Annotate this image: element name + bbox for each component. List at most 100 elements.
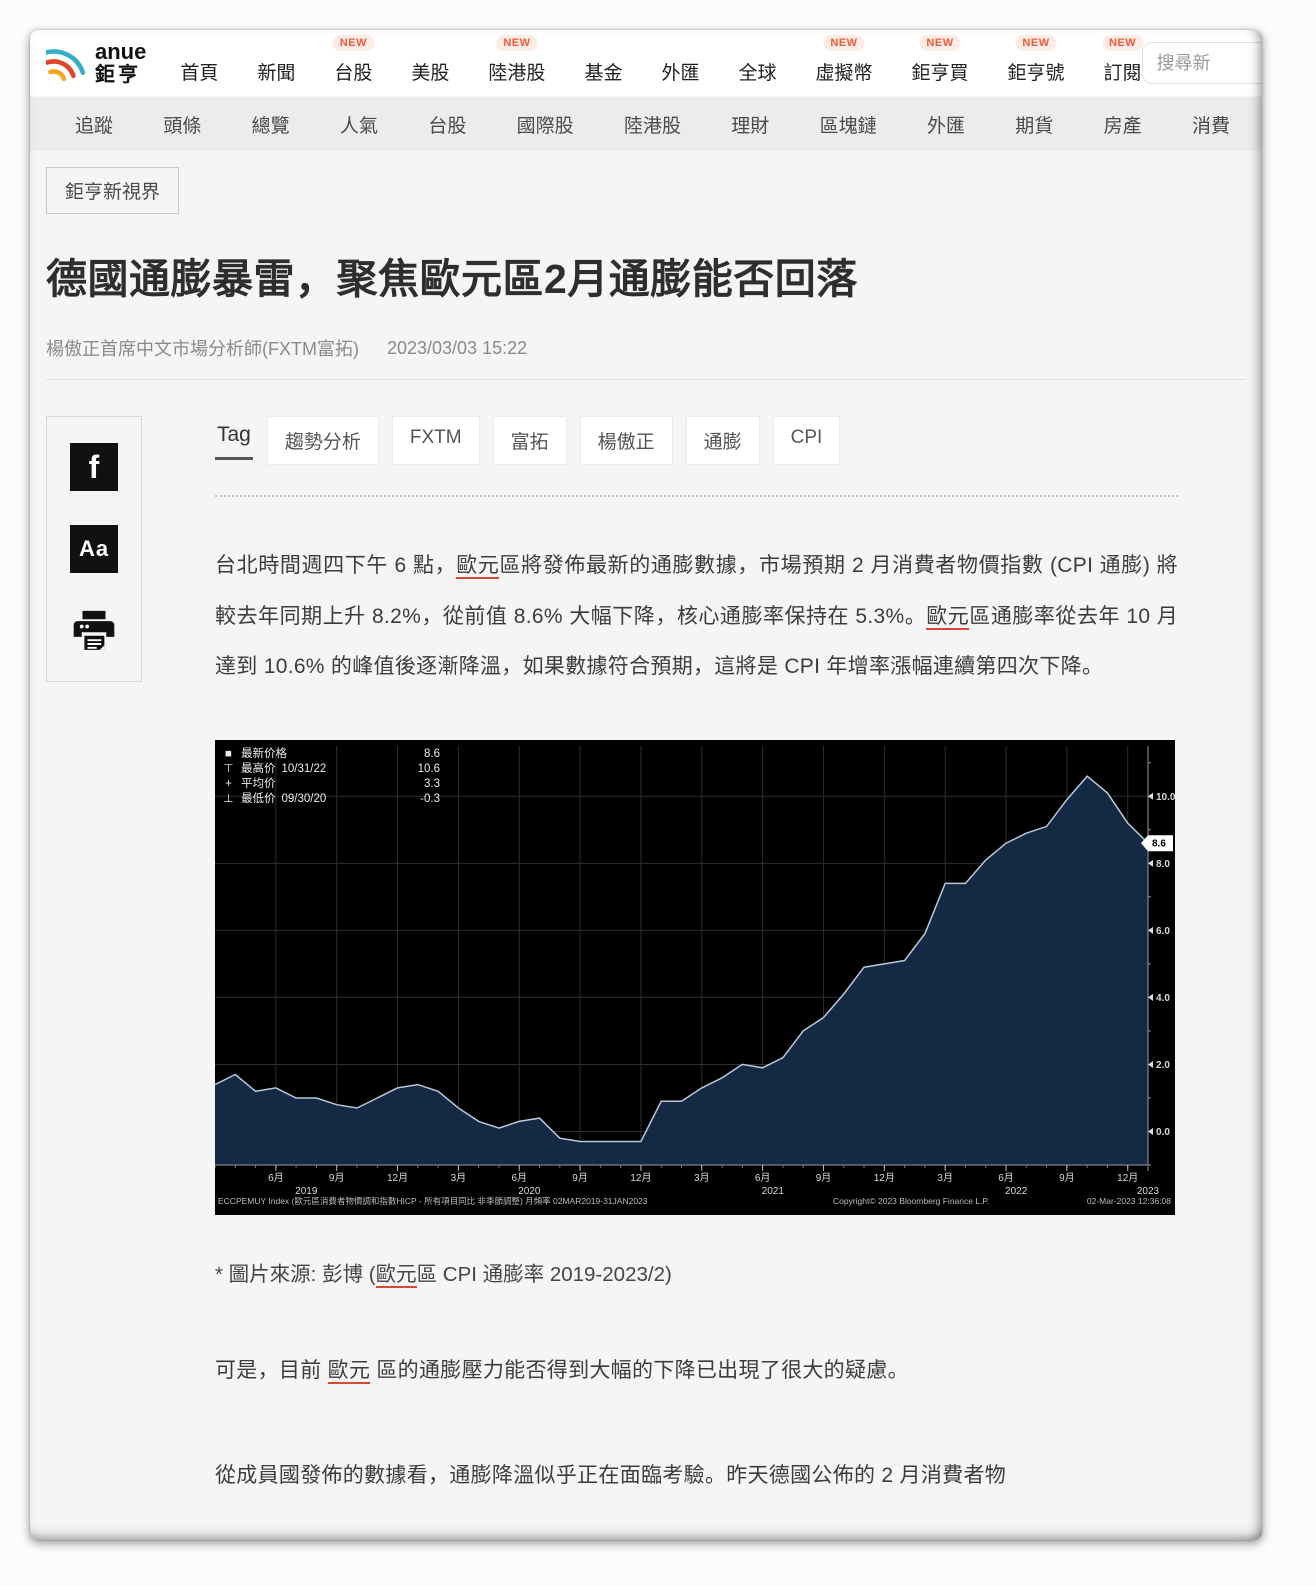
- secondary-nav-item[interactable]: 人氣: [340, 111, 378, 138]
- new-badge: NEW: [496, 35, 537, 51]
- article-main-column: Tag 趨勢分析 FXTM 富拓 楊傲正 通膨: [215, 416, 1178, 1501]
- svg-text:6月: 6月: [268, 1172, 284, 1184]
- main-nav-item-label: 台股: [334, 63, 372, 84]
- secondary-nav-item[interactable]: 頭條: [163, 111, 201, 138]
- tag-chip[interactable]: CPI: [773, 416, 841, 465]
- svg-text:0.0: 0.0: [1156, 1127, 1170, 1138]
- chart-legend-row: ⊤ 最高价 10/31/22 10.6: [222, 762, 440, 777]
- main-nav-item[interactable]: 首頁: [180, 42, 218, 85]
- main-nav-item[interactable]: NEW 訂閱: [1104, 42, 1142, 85]
- tag-chips: 趨勢分析 FXTM 富拓 楊傲正 通膨 CPI: [267, 416, 840, 465]
- site-header: anue 鉅亨 首頁 新聞 NEW 台股: [30, 30, 1262, 96]
- article-paragraph: 從成員國發佈的數據看，通膨降溫似乎正在面臨考驗。昨天德國公佈的 2 月消費者物: [215, 1451, 1178, 1501]
- legend-value: 3.3: [424, 777, 440, 792]
- svg-text:9月: 9月: [572, 1172, 588, 1184]
- site-logo[interactable]: anue 鉅亨: [46, 38, 146, 88]
- tag-chip[interactable]: 通膨: [686, 416, 760, 465]
- secondary-nav-item[interactable]: 理財: [731, 111, 769, 138]
- secondary-nav-item[interactable]: 外匯: [927, 111, 965, 138]
- tag-chip[interactable]: 楊傲正: [580, 416, 673, 465]
- main-nav-item-label: 全球: [738, 63, 776, 84]
- facebook-icon: f: [89, 449, 100, 486]
- main-nav-item-label: 陸港股: [488, 63, 545, 84]
- legend-date: 10/31/22: [282, 762, 327, 777]
- article-paragraph: 台北時間週四下午 6 點，歐元區將發佈最新的通膨數據，市場預期 2 月消費者物價…: [215, 541, 1178, 692]
- new-badge: NEW: [1015, 35, 1056, 51]
- svg-text:3月: 3月: [451, 1172, 467, 1184]
- tag-chip[interactable]: 富拓: [493, 416, 567, 465]
- main-nav-item-label: 虛擬幣: [815, 63, 872, 84]
- secondary-nav-item[interactable]: 房產: [1104, 111, 1142, 138]
- text-segment: 區的通膨壓力能否得到大幅的下降已出現了很大的疑慮。: [370, 1359, 909, 1382]
- author-name[interactable]: 楊傲正首席中文市場分析師(FXTM富拓): [46, 335, 359, 361]
- secondary-nav-item[interactable]: 陸港股: [624, 111, 681, 138]
- svg-text:4.0: 4.0: [1156, 993, 1170, 1004]
- main-nav-item-label: 訂閱: [1104, 63, 1142, 84]
- svg-text:12月: 12月: [630, 1172, 651, 1184]
- browser-page: anue 鉅亨 首頁 新聞 NEW 台股: [30, 30, 1262, 1540]
- font-size-button[interactable]: Aa: [70, 525, 118, 573]
- inline-link[interactable]: 歐元: [456, 554, 499, 579]
- category-chip[interactable]: 鉅亨新視界: [46, 167, 179, 214]
- secondary-nav: 追蹤 頭條 總覽 人氣 台股 國際股 陸港股 理財 區塊鏈 外匯 期貨 房產 消…: [30, 96, 1262, 151]
- secondary-nav-item[interactable]: 區塊鏈: [820, 111, 877, 138]
- legend-label: 平均价: [241, 777, 276, 792]
- legend-marker-icon: +: [222, 777, 235, 792]
- main-nav-item[interactable]: 基金: [584, 42, 622, 85]
- text-segment: * 圖片來源: 彭博 (: [215, 1263, 376, 1286]
- tag-chip[interactable]: 趨勢分析: [267, 416, 379, 465]
- legend-marker-icon: ■: [222, 747, 235, 762]
- inline-link[interactable]: 歐元: [926, 605, 969, 630]
- cpi-chart: 6月9月12月3月6月9月12月3月6月9月12月3月6月9月12月201920…: [215, 740, 1175, 1215]
- svg-text:12月: 12月: [874, 1172, 895, 1184]
- secondary-nav-item[interactable]: 總覽: [252, 111, 290, 138]
- main-nav-item[interactable]: 新聞: [257, 42, 295, 85]
- legend-date: 09/30/20: [282, 792, 327, 807]
- svg-text:9月: 9月: [816, 1172, 832, 1184]
- text-segment: 台北時間週四下午 6 點，: [215, 554, 456, 577]
- article-body-after: 可是，目前 歐元 區的通膨壓力能否得到大幅的下降已出現了很大的疑慮。從成員國發佈…: [215, 1346, 1178, 1501]
- facebook-share-button[interactable]: f: [70, 443, 118, 491]
- svg-text:8.0: 8.0: [1156, 859, 1170, 870]
- main-nav-item[interactable]: 美股: [411, 42, 449, 85]
- brand-name-zh: 鉅亨: [95, 65, 146, 85]
- svg-text:12月: 12月: [387, 1172, 408, 1184]
- secondary-nav-item[interactable]: 消費: [1192, 111, 1230, 138]
- legend-label: 最高价: [241, 762, 276, 777]
- svg-text:2021: 2021: [762, 1186, 785, 1197]
- secondary-nav-item[interactable]: 期貨: [1015, 111, 1053, 138]
- main-nav-item[interactable]: NEW 鉅亨買: [912, 42, 969, 85]
- font-size-icon: Aa: [79, 536, 109, 562]
- search-input[interactable]: [1142, 42, 1262, 84]
- svg-text:ECCPEMUY Index (歐元區消費者物價調和指數HI: ECCPEMUY Index (歐元區消費者物價調和指數HICP - 所有項目同…: [218, 1196, 648, 1206]
- inline-link[interactable]: 歐元: [328, 1359, 371, 1384]
- main-nav-item[interactable]: NEW 虛擬幣: [815, 42, 872, 85]
- main-nav-item[interactable]: 全球: [738, 42, 776, 85]
- svg-text:12月: 12月: [1117, 1172, 1138, 1184]
- text-segment: 可是，目前: [215, 1359, 328, 1382]
- inline-link[interactable]: 歐元: [376, 1263, 417, 1288]
- article-area: 鉅亨新視界 德國通膨暴雷，聚焦歐元區2月通膨能否回落 楊傲正首席中文市場分析師(…: [30, 151, 1262, 1540]
- brand-name-en: anue: [95, 41, 146, 63]
- svg-text:6月: 6月: [511, 1172, 527, 1184]
- main-nav-item-label: 美股: [411, 63, 449, 84]
- new-badge: NEW: [1102, 35, 1143, 51]
- content-row: f Aa: [46, 416, 1246, 1501]
- main-nav-item[interactable]: NEW 台股: [334, 42, 372, 85]
- header-divider: [46, 379, 1246, 380]
- main-nav-item[interactable]: 外匯: [661, 42, 699, 85]
- print-button[interactable]: [69, 607, 119, 655]
- main-nav-item-label: 鉅亨買: [912, 63, 969, 84]
- secondary-nav-item[interactable]: 台股: [428, 111, 466, 138]
- share-box: f Aa: [46, 416, 142, 682]
- secondary-nav-item[interactable]: 國際股: [517, 111, 574, 138]
- byline: 楊傲正首席中文市場分析師(FXTM富拓) 2023/03/03 15:22: [46, 335, 1246, 361]
- secondary-nav-item[interactable]: 追蹤: [75, 111, 113, 138]
- main-nav-item[interactable]: NEW 陸港股: [488, 42, 545, 85]
- brand-name: anue 鉅亨: [95, 41, 146, 85]
- svg-text:9月: 9月: [1059, 1172, 1075, 1184]
- chart-legend-row: ⊥ 最低价 09/30/20 -0.3: [222, 792, 440, 807]
- svg-text:2022: 2022: [1005, 1186, 1028, 1197]
- tag-chip[interactable]: FXTM: [392, 416, 480, 465]
- main-nav-item[interactable]: NEW 鉅亨號: [1008, 42, 1065, 85]
